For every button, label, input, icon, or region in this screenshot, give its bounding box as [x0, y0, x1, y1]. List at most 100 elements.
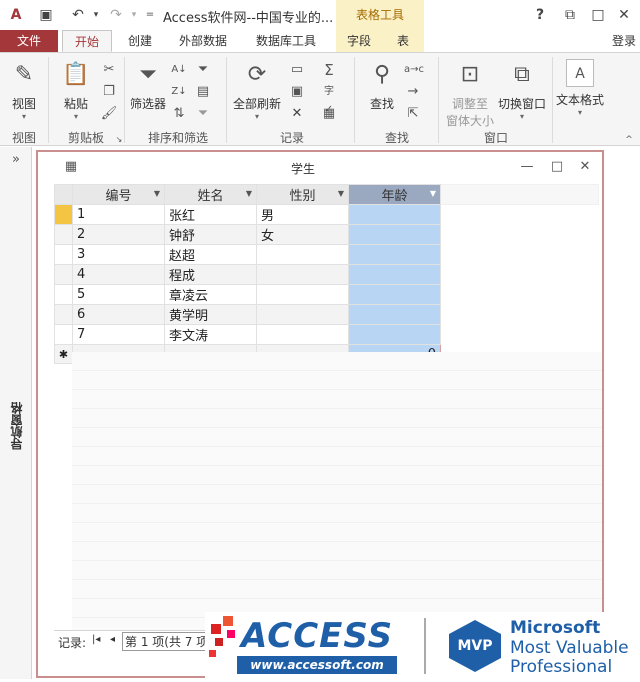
cell-id[interactable]: 5 [72, 284, 165, 305]
row-selector[interactable] [54, 224, 73, 245]
totals-sigma-icon[interactable]: Σ [320, 61, 338, 79]
doc-minimize-icon[interactable]: — [518, 158, 536, 176]
select-all-corner[interactable] [54, 184, 73, 205]
navigation-pane[interactable]: » 导航窗格 [0, 147, 32, 679]
login-link[interactable]: 登录 [608, 30, 640, 52]
column-header-id[interactable]: 编号 ▼ [72, 184, 165, 205]
row-selector[interactable] [54, 204, 73, 225]
sort-descending-icon[interactable]: Z↓ [170, 83, 188, 101]
table-row[interactable]: 7 李文涛 [54, 324, 599, 345]
dialog-launcher-icon[interactable]: ↘ [110, 131, 128, 149]
row-selector[interactable] [54, 304, 73, 325]
advanced-filter-icon[interactable]: ▤ [194, 83, 212, 101]
cell-name[interactable]: 黄学明 [164, 304, 257, 325]
maximize-button[interactable]: □ [588, 5, 608, 25]
cell-name[interactable]: 钟舒 [164, 224, 257, 245]
prev-record-icon[interactable]: ◂ [110, 634, 115, 645]
cell-age[interactable] [348, 244, 441, 265]
redo-icon[interactable]: ↷ [106, 5, 126, 25]
tab-file[interactable]: 文件 [0, 30, 58, 52]
close-button[interactable]: ✕ [614, 5, 634, 25]
find-button[interactable]: ⚲ 查找 [362, 59, 402, 112]
help-button[interactable]: ? [530, 5, 550, 25]
cell-id[interactable]: 1 [72, 204, 165, 225]
delete-record-icon[interactable]: ✕ [288, 105, 306, 123]
cell-gender[interactable]: 女 [256, 224, 349, 245]
add-column-area[interactable] [440, 184, 599, 205]
doc-close-icon[interactable]: ✕ [576, 158, 594, 176]
chevron-down-icon[interactable]: ▼ [338, 189, 344, 198]
tab-database-tools[interactable]: 数据库工具 [248, 30, 324, 52]
filter-button[interactable]: ⏷ 筛选器 [128, 59, 168, 112]
row-selector[interactable] [54, 264, 73, 285]
undo-icon[interactable]: ↶ [68, 5, 88, 25]
record-position-field[interactable]: 第 1 项(共 7 项) [122, 632, 216, 651]
nav-pane-toggle-icon[interactable]: » [7, 151, 25, 169]
select-icon[interactable]: ⇱ [404, 105, 422, 123]
row-selector[interactable] [54, 244, 73, 265]
remove-sort-icon[interactable]: ⇅ [170, 105, 188, 123]
cell-id[interactable]: 4 [72, 264, 165, 285]
new-record-icon[interactable]: ▭ [288, 61, 306, 79]
switch-windows-button[interactable]: ⧉ 切换窗口 ▾ [496, 59, 548, 121]
cell-age[interactable] [348, 224, 441, 245]
cell-age[interactable] [348, 204, 441, 225]
table-row[interactable]: 3 赵超 [54, 244, 599, 265]
cell-age[interactable] [348, 304, 441, 325]
paste-button[interactable]: 📋 粘贴 ▾ [56, 59, 96, 121]
spelling-icon[interactable]: 字✓ [320, 83, 338, 115]
chevron-down-icon[interactable]: ▼ [154, 189, 160, 198]
cut-icon[interactable]: ✂ [100, 61, 118, 79]
undo-dropdown-icon[interactable]: ▾ [86, 5, 106, 25]
collapse-ribbon-icon[interactable]: ^ [620, 131, 638, 149]
save-icon[interactable]: ▣ [36, 5, 56, 25]
table-row[interactable]: 6 黄学明 [54, 304, 599, 325]
cell-gender[interactable] [256, 244, 349, 265]
tab-external-data[interactable]: 外部数据 [172, 30, 234, 52]
cell-name[interactable]: 张红 [164, 204, 257, 225]
cell-gender[interactable] [256, 324, 349, 345]
size-to-fit-button[interactable]: ⊡ 调整至 窗体大小 [444, 59, 496, 129]
cell-name[interactable]: 程成 [164, 264, 257, 285]
cell-name[interactable]: 李文涛 [164, 324, 257, 345]
cell-id[interactable]: 2 [72, 224, 165, 245]
save-record-icon[interactable]: ▣ [288, 83, 306, 101]
chevron-down-icon[interactable]: ▼ [430, 189, 436, 198]
cell-age[interactable] [348, 324, 441, 345]
cell-id[interactable]: 7 [72, 324, 165, 345]
column-header-age[interactable]: 年龄 ▼ [348, 184, 441, 205]
goto-icon[interactable]: → [404, 83, 422, 101]
customize-qat-icon[interactable]: = [140, 5, 160, 25]
sort-ascending-icon[interactable]: A↓ [170, 61, 188, 79]
view-button[interactable]: ✎ 视图 ▾ [4, 59, 44, 121]
tab-fields[interactable]: 字段 [336, 30, 382, 52]
cell-gender[interactable] [256, 304, 349, 325]
restore-ribbon-icon[interactable]: ⧉ [560, 5, 580, 25]
table-row[interactable]: 2 钟舒 女 [54, 224, 599, 245]
table-row[interactable]: 4 程成 [54, 264, 599, 285]
datasheet-grid[interactable]: 编号 ▼ 姓名 ▼ 性别 ▼ 年龄 ▼ 1 张红 男 2 钟舒 女 3 赵超 4… [54, 184, 602, 650]
table-row[interactable]: 5 章凌云 [54, 284, 599, 305]
copy-icon[interactable]: ❐ [100, 83, 118, 101]
cell-id[interactable]: 6 [72, 304, 165, 325]
refresh-all-button[interactable]: ⟳ 全部刷新 ▾ [232, 59, 282, 121]
tab-home[interactable]: 开始 [62, 30, 112, 52]
cell-age[interactable] [348, 264, 441, 285]
row-selector[interactable] [54, 284, 73, 305]
more-records-icon[interactable]: ▦ [320, 105, 338, 123]
format-painter-icon[interactable]: 🖌 [100, 105, 118, 123]
cell-gender[interactable]: 男 [256, 204, 349, 225]
cell-id[interactable]: 3 [72, 244, 165, 265]
text-formatting-button[interactable]: A 文本格式 ▾ [554, 59, 606, 117]
cell-name[interactable]: 赵超 [164, 244, 257, 265]
column-header-name[interactable]: 姓名 ▼ [164, 184, 257, 205]
cell-gender[interactable] [256, 284, 349, 305]
new-record-marker-icon[interactable]: ✱ [54, 344, 73, 364]
table-row[interactable]: 1 张红 男 [54, 204, 599, 225]
row-selector[interactable] [54, 324, 73, 345]
replace-icon[interactable]: a→c [404, 61, 424, 79]
column-header-gender[interactable]: 性别 ▼ [256, 184, 349, 205]
doc-maximize-icon[interactable]: □ [548, 158, 566, 176]
cell-age[interactable] [348, 284, 441, 305]
chevron-down-icon[interactable]: ▼ [246, 189, 252, 198]
